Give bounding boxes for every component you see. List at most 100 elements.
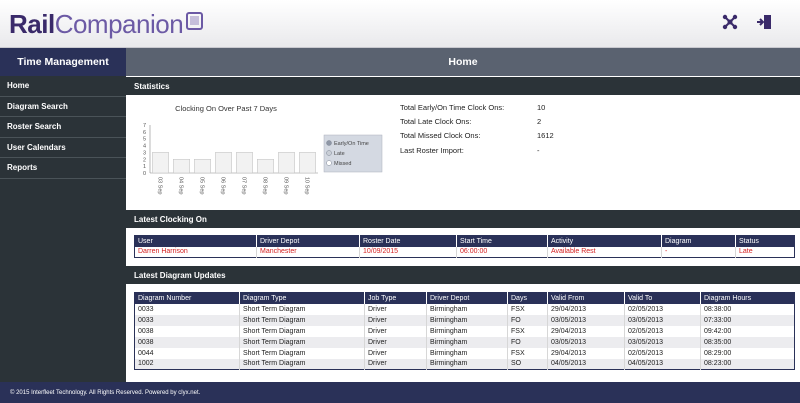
logo-text-companion: Companion — [54, 8, 184, 39]
table-cell: FSX — [507, 303, 548, 315]
sidebar-item-roster-search[interactable]: Roster Search — [0, 117, 126, 138]
column-header[interactable]: Valid From — [547, 292, 625, 304]
latest-clocking-section-header: Latest Clocking On — [126, 210, 800, 228]
table-cell: FO — [507, 314, 548, 326]
table-cell: Darren Harrison — [134, 246, 257, 258]
chart-bar — [278, 152, 295, 174]
column-header[interactable]: Driver Depot — [256, 235, 360, 247]
table-cell: Driver — [364, 303, 427, 315]
table-cell: 10/09/2015 — [359, 246, 457, 258]
table-cell: 03/05/2013 — [547, 314, 625, 326]
legend-label: Early/On Time — [334, 141, 369, 147]
x-tick-label: 04 Sep — [178, 177, 184, 194]
stat-row: Total Late Clock Ons: 2 — [400, 114, 650, 128]
chart-bar — [215, 152, 232, 174]
table-cell: 03/05/2013 — [624, 314, 701, 326]
y-tick-label: 5 — [143, 137, 146, 143]
stat-label-missed: Total Missed Clock Ons: — [400, 131, 481, 141]
x-tick-label: 07 Sep — [241, 177, 247, 194]
table-cell: Birmingham — [426, 325, 508, 337]
table-cell: Available Rest — [547, 246, 662, 258]
column-header[interactable]: Job Type — [364, 292, 427, 304]
x-tick-label: 05 Sep — [199, 177, 205, 194]
y-tick-label: 2 — [143, 157, 146, 163]
table-cell: 08:29:00 — [704, 349, 732, 357]
table-cell: 04/05/2013 — [547, 358, 625, 370]
table-cell: Short Term Diagram — [239, 358, 365, 370]
column-header[interactable]: User — [134, 235, 257, 247]
column-header[interactable]: Diagram — [661, 235, 736, 247]
footer: © 2015 Interfleet Technology. All Rights… — [0, 382, 800, 403]
stat-value-missed: 1612 — [537, 131, 554, 141]
table-cell: Short Term Diagram — [239, 336, 365, 348]
table-cell: Birmingham — [426, 303, 508, 315]
stat-row: Last Roster Import: - — [400, 143, 650, 157]
latest-clocking-table: User Driver Depot Roster Date Start Time… — [134, 235, 795, 258]
column-header[interactable]: Diagram Number — [134, 292, 240, 304]
table-cell: 1002 — [134, 358, 240, 370]
table-row[interactable]: 0033 Short Term Diagram Driver Birmingha… — [134, 314, 795, 326]
column-header[interactable]: Activity — [547, 235, 662, 247]
x-tick-label: 09 Sep — [283, 177, 289, 194]
column-header[interactable]: Diagram Type — [239, 292, 365, 304]
stat-value-last-import: - — [537, 145, 540, 155]
sidebar-item-user-calendars[interactable]: User Calendars — [0, 138, 126, 158]
column-header[interactable]: Status — [735, 235, 795, 247]
page-title: Home — [126, 48, 800, 76]
table-row[interactable]: 1002 Short Term Diagram Driver Birmingha… — [134, 358, 795, 370]
column-header[interactable]: Driver Depot — [426, 292, 508, 304]
sidebar-item-diagram-search[interactable]: Diagram Search — [0, 97, 126, 117]
sidebar-item-home[interactable]: Home — [0, 76, 126, 97]
network-icon[interactable] — [722, 14, 738, 30]
x-tick-label: 03 Sep — [157, 177, 163, 194]
y-tick-label: 1 — [143, 164, 146, 170]
y-tick-label: 0 — [143, 171, 146, 177]
column-header[interactable]: Roster Date — [359, 235, 457, 247]
latest-diagrams-table: Diagram Number Diagram Type Job Type Dri… — [134, 292, 795, 370]
stat-label-late: Total Late Clock Ons: — [400, 116, 472, 126]
table-cell: Birmingham — [426, 314, 508, 326]
stat-row: Total Missed Clock Ons: 1612 — [400, 129, 650, 143]
table-cell: SO — [507, 358, 548, 370]
app-logo[interactable]: Rail Companion — [9, 9, 205, 39]
legend-marker — [326, 140, 332, 146]
table-cell: FSX — [507, 325, 548, 337]
stat-row: Total Early/On Time Clock Ons: 10 — [400, 100, 650, 114]
table-cell: Driver — [364, 336, 427, 348]
table-row[interactable]: 0038 Short Term Diagram Driver Birmingha… — [134, 336, 795, 348]
table-cell: Driver — [364, 347, 427, 359]
statistics-summary: Total Early/On Time Clock Ons: 10 Total … — [400, 100, 650, 157]
table-cell: 07:33:00 — [700, 314, 795, 326]
table-row[interactable]: Darren Harrison Manchester 10/09/2015 06… — [134, 246, 795, 258]
chart-bar — [152, 152, 169, 174]
sidebar-item-reports[interactable]: Reports — [0, 158, 126, 179]
table-cell: 08:35:00 — [700, 336, 795, 348]
clocking-chart: Clocking On Over Past 7 Days 0 1 2 3 4 5 6 7 03 S… — [136, 100, 386, 205]
table-cell: Short Term Diagram — [239, 303, 365, 315]
stat-label-last-import: Last Roster Import: — [400, 145, 464, 155]
column-header[interactable]: Days — [507, 292, 548, 304]
table-cell: Short Term Diagram — [239, 314, 365, 326]
table-cell: 29/04/2013 — [547, 325, 625, 337]
table-cell: 0033 — [134, 314, 240, 326]
chart-bar — [173, 159, 190, 174]
column-header[interactable]: Valid To — [624, 292, 701, 304]
column-header[interactable]: Start Time — [456, 235, 548, 247]
table-row[interactable]: 0038 Short Term Diagram Driver Birmingha… — [134, 325, 795, 337]
table-cell: 08:38:00 — [704, 305, 732, 313]
legend-marker — [326, 160, 332, 166]
x-tick-label: 08 Sep — [262, 177, 268, 194]
table-cell: Driver — [364, 358, 427, 370]
statistics-section-header: Statistics — [126, 77, 800, 95]
y-tick-label: 3 — [143, 150, 146, 156]
sidebar-title: Time Management — [0, 48, 126, 76]
y-tick-label: 7 — [143, 123, 146, 129]
table-cell: 29/04/2013 — [547, 347, 625, 359]
table-row[interactable]: 0044 Short Term Diagram Driver Birmingha… — [134, 347, 795, 359]
column-header[interactable]: Diagram Hours — [700, 292, 795, 304]
logout-icon[interactable] — [756, 14, 772, 30]
latest-diagrams-section-header: Latest Diagram Updates — [126, 266, 800, 284]
table-cell: Driver — [364, 314, 427, 326]
table-row[interactable]: 0033 Short Term Diagram Driver Birmingha… — [134, 303, 795, 315]
legend-marker — [326, 150, 332, 156]
